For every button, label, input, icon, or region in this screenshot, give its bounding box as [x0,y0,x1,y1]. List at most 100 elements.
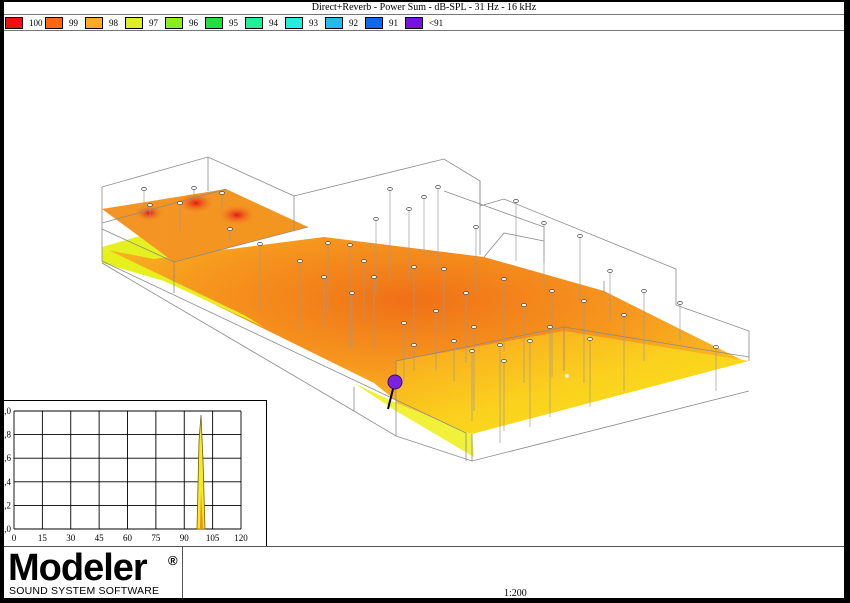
legend-swatch [5,16,23,29]
histogram-y-tick-label: ,4 [4,477,11,487]
app-window: Direct+Reverb - Power Sum - dB-SPL - 31 … [4,2,844,598]
speaker-icon[interactable] [497,343,503,347]
histogram-x-tick-label: 15 [38,533,48,543]
registered-mark: ® [168,553,178,568]
legend-swatch [85,16,103,29]
legend-item: 96 [164,16,204,29]
speaker-icon[interactable] [471,325,477,329]
speaker-icon[interactable] [607,269,613,273]
speaker-icon[interactable] [373,217,379,221]
speaker-icon[interactable] [361,259,367,263]
speaker-icon[interactable] [621,313,627,317]
speaker-icon[interactable] [547,325,553,329]
speaker-icon[interactable] [387,187,393,191]
legend-item: 91 [364,16,404,29]
scale-readout: 1:200 [504,588,527,598]
histogram-panel: 0 15 30 45 60 75 90 105 120 ,0 ,8 ,6 ,4 ,2 ,0 [4,400,267,547]
legend-label: 92 [349,17,358,28]
speaker-icon[interactable] [587,337,593,341]
speaker-icon[interactable] [371,275,377,279]
speaker-icon[interactable] [401,321,407,325]
legend-item: 93 [284,16,324,29]
speaker-icon[interactable] [325,241,331,245]
speaker-icon[interactable] [141,187,147,191]
speaker-icon[interactable] [349,291,355,295]
speaker-icon[interactable] [147,203,153,207]
legend-label: 96 [189,17,198,28]
legend-label: 99 [69,17,78,28]
speaker-icon[interactable] [469,349,475,353]
speaker-icon[interactable] [641,289,647,293]
histogram-x-tick-label: 120 [234,533,248,543]
speaker-icon[interactable] [501,359,507,363]
histogram-x-tick-label: 75 [151,533,161,543]
speaker-icon[interactable] [463,291,469,295]
speaker-icon[interactable] [549,289,555,293]
spl-color-legend: 100 99 98 97 96 95 94 93 92 91 <91 [4,14,844,31]
legend-label: 98 [109,17,118,28]
legend-item: 98 [84,16,124,29]
speaker-icon[interactable] [411,265,417,269]
legend-item: 92 [324,16,364,29]
speaker-icon[interactable] [541,221,547,225]
speaker-icon[interactable] [581,299,587,303]
modeler-logo: Modeler ® SOUND SYSTEM SOFTWARE [4,547,183,598]
speaker-icon[interactable] [677,301,683,305]
window-title: Direct+Reverb - Power Sum - dB-SPL - 31 … [311,2,537,13]
legend-swatch [165,16,183,29]
logo-subtitle: SOUND SYSTEM SOFTWARE [9,585,160,597]
legend-item: 95 [204,16,244,29]
legend-swatch [285,16,303,29]
histogram-x-tick-label: 60 [123,533,133,543]
speaker-icon[interactable] [219,191,225,195]
legend-swatch [125,16,143,29]
status-bar: Modeler ® SOUND SYSTEM SOFTWARE 1:200 [4,546,844,598]
legend-swatch [325,16,343,29]
legend-item: 97 [124,16,164,29]
legend-label: 94 [269,17,278,28]
histogram-x-tick-label: 0 [12,533,17,543]
histogram-y-tick-label: ,2 [4,500,11,510]
legend-label: 93 [309,17,318,28]
speaker-icon[interactable] [421,195,427,199]
speaker-icon[interactable] [406,207,412,211]
speaker-icon[interactable] [441,267,447,271]
legend-item: 99 [44,16,84,29]
legend-swatch [405,16,423,29]
legend-label: <91 [429,17,444,28]
speaker-icon[interactable] [521,303,527,307]
speaker-icon[interactable] [577,234,583,238]
histogram-x-tick-label: 45 [95,533,105,543]
speaker-icon[interactable] [433,309,439,313]
speaker-icon[interactable] [321,275,327,279]
legend-swatch [205,16,223,29]
speaker-icon[interactable] [435,185,441,189]
measurement-point-marker[interactable] [387,374,403,390]
logo-wordmark: Modeler [8,547,148,589]
histogram-y-tick-label: ,8 [4,430,11,440]
legend-label: 97 [149,17,158,28]
speaker-icon[interactable] [297,259,303,263]
legend-label: 100 [29,17,43,28]
speaker-icon[interactable] [257,242,263,246]
speaker-icon[interactable] [227,227,233,231]
speaker-icon[interactable] [527,339,533,343]
speaker-icon[interactable] [473,225,479,229]
hot-spot [219,205,255,225]
speaker-icon[interactable] [347,243,353,247]
speaker-icon[interactable] [713,345,719,349]
hot-spot [178,193,214,213]
histogram-y-tick-label: ,6 [4,453,11,463]
speaker-icon[interactable] [513,199,519,203]
speaker-icon[interactable] [501,277,507,281]
histogram-x-tick-label: 90 [180,533,190,543]
speaker-icon[interactable] [411,343,417,347]
speaker-icon[interactable] [451,339,457,343]
speaker-icon[interactable] [177,201,183,205]
speaker-icon[interactable] [191,186,197,190]
measurement-point-small[interactable] [565,374,569,378]
histogram-y-tick-label: ,0 [4,524,11,534]
legend-item: 94 [244,16,284,29]
legend-label: 95 [229,17,238,28]
histogram-x-tick-label: 105 [206,533,220,543]
